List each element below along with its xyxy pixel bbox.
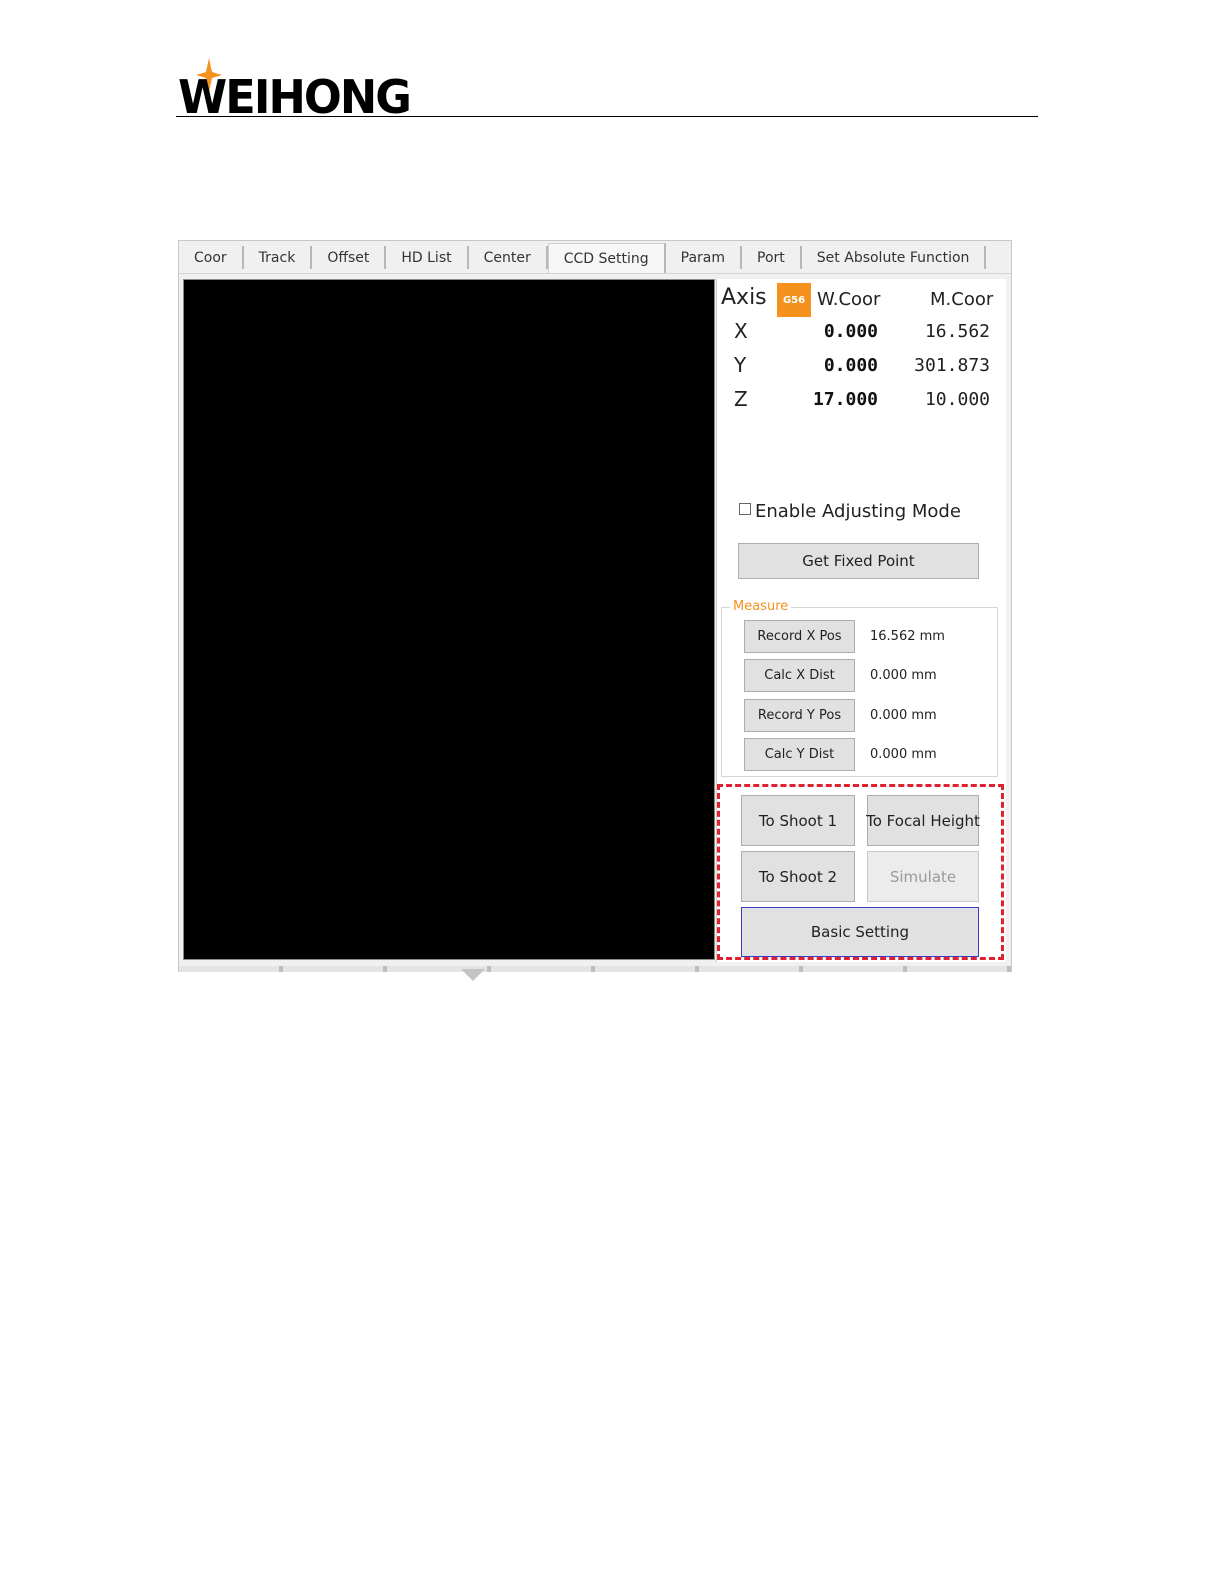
axis-row-x: X 0.000 16.562 [717, 319, 1006, 349]
axis-row-y: Y 0.000 301.873 [717, 353, 1006, 383]
tab-port[interactable]: Port [742, 246, 802, 269]
record-y-pos-button[interactable]: Record Y Pos [744, 699, 855, 732]
axis-label: Z [734, 387, 748, 411]
work-coordinate-value: 17.000 [812, 389, 878, 410]
simulate-button[interactable]: Simulate [867, 851, 979, 902]
header-rule [176, 116, 1038, 117]
tab-set-absolute-function[interactable]: Set Absolute Function [802, 246, 987, 269]
calc-x-dist-button[interactable]: Calc X Dist [744, 659, 855, 692]
calc-y-dist-value: 0.000 mm [870, 747, 937, 762]
calc-x-dist-value: 0.000 mm [870, 668, 937, 683]
ccd-setting-window: Coor Track Offset HD List Center CCD Set… [178, 240, 1012, 981]
tab-bar: Coor Track Offset HD List Center CCD Set… [179, 241, 1011, 274]
record-x-pos-value: 16.562 mm [870, 629, 945, 644]
tab-center[interactable]: Center [469, 246, 548, 269]
bottom-tab-strip [179, 966, 1011, 972]
tab-offset[interactable]: Offset [312, 246, 387, 269]
basic-setting-button[interactable]: Basic Setting [741, 907, 979, 957]
calc-y-dist-button[interactable]: Calc Y Dist [744, 738, 855, 771]
record-y-pos-value: 0.000 mm [870, 708, 937, 723]
camera-view[interactable] [183, 279, 715, 960]
to-focal-height-button[interactable]: To Focal Height [866, 795, 980, 846]
axis-label: Y [734, 353, 747, 377]
record-x-pos-button[interactable]: Record X Pos [744, 620, 855, 653]
machine-coordinate-value: 301.873 [914, 355, 990, 376]
axis-label: X [734, 319, 748, 343]
right-panel: Axis G56 W.Coor M.Coor X 0.000 16.562 Y … [716, 279, 1006, 962]
to-shoot-2-button[interactable]: To Shoot 2 [741, 851, 855, 902]
measure-group: Measure Record X Pos 16.562 mm Calc X Di… [721, 599, 998, 777]
tab-track[interactable]: Track [244, 246, 313, 269]
axis-header: Axis G56 W.Coor M.Coor [721, 283, 1001, 317]
axis-row-z: Z 17.000 10.000 [717, 387, 1006, 417]
measure-group-label: Measure [730, 599, 792, 614]
highlighted-action-area: To Shoot 1 To Focal Height To Shoot 2 Si… [717, 784, 1004, 960]
tab-ccd-setting[interactable]: CCD Setting [547, 243, 666, 273]
get-fixed-point-button[interactable]: Get Fixed Point [738, 543, 979, 579]
m-coor-header: M.Coor [930, 289, 994, 310]
adjust-mode-checkbox[interactable]: Enable Adjusting Mode [739, 501, 961, 522]
w-coor-header: W.Coor [817, 289, 881, 310]
axis-title: Axis [721, 285, 767, 310]
machine-coordinate-value: 10.000 [924, 389, 990, 410]
tab-hd-list[interactable]: HD List [386, 246, 469, 269]
machine-coordinate-value: 16.562 [924, 321, 990, 342]
down-arrow-icon [461, 969, 485, 981]
weihong-logo: WEIHONG [178, 58, 428, 124]
work-coordinate-value: 0.000 [823, 321, 878, 342]
adjust-mode-label: Enable Adjusting Mode [755, 501, 961, 522]
coordinate-system-badge: G56 [777, 283, 811, 317]
to-shoot-1-button[interactable]: To Shoot 1 [741, 795, 855, 846]
tab-param[interactable]: Param [666, 246, 743, 269]
checkbox-icon[interactable] [739, 502, 751, 515]
tab-coor[interactable]: Coor [179, 246, 244, 269]
work-coordinate-value: 0.000 [823, 355, 878, 376]
